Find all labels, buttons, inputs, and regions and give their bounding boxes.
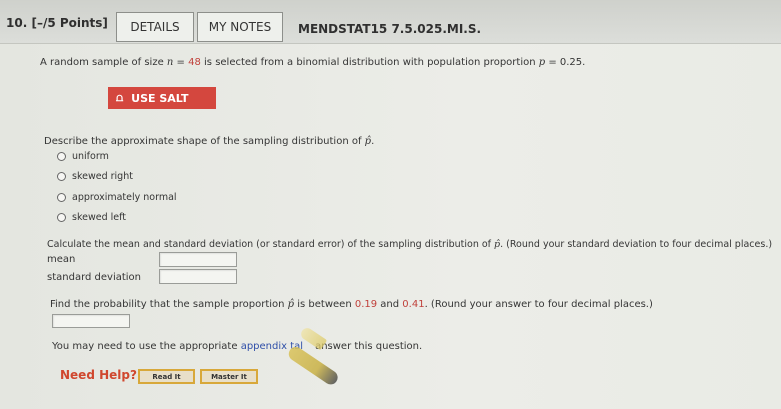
option-label: skewed left	[72, 212, 127, 223]
problem-statement: A random sample of size n = 48 is select…	[40, 57, 585, 68]
p-equals-value: = 0.25	[545, 57, 583, 68]
radio-skewed-right[interactable]	[57, 172, 66, 181]
shape-question-prompt: Describe the approximate shape of the sa…	[44, 136, 374, 147]
radio-uniform[interactable]	[57, 152, 66, 161]
intro-text-2: is selected from a binomial distribution…	[200, 57, 539, 68]
radio-approximately-normal[interactable]	[57, 193, 66, 202]
my-notes-button[interactable]: MY NOTES	[197, 12, 283, 42]
probability-prompt: Find the probability that the sample pro…	[50, 299, 653, 310]
points-text: [–/5 Points]	[31, 16, 108, 30]
option-label: uniform	[72, 151, 109, 162]
standard-deviation-input[interactable]	[159, 269, 237, 284]
appendix-note: You may need to use the appropriate appe…	[52, 341, 422, 352]
appendix-note-text-2: answer this question.	[315, 341, 423, 352]
appendix-note-text: You may need to use the appropriate	[52, 341, 241, 352]
use-salt-label: USE SALT	[131, 91, 189, 105]
intro-text: A random sample of size	[40, 57, 167, 68]
option-label: skewed right	[72, 171, 133, 182]
option-label: approximately normal	[72, 192, 177, 203]
question-header: 10. [–/5 Points] DETAILS MY NOTES MENDST…	[0, 0, 781, 44]
shape-prompt-text: Describe the approximate shape of the sa…	[44, 136, 365, 147]
question-number: 10. [–/5 Points]	[6, 16, 108, 30]
n-equals: =	[173, 57, 189, 68]
upper-bound-value: 0.41	[402, 299, 425, 310]
mean-sd-prompt: Calculate the mean and standard deviatio…	[47, 239, 772, 250]
probability-prompt-text: Find the probability that the sample pro…	[50, 299, 288, 310]
salt-icon: ⩍	[116, 91, 124, 104]
problem-code: MENDSTAT15 7.5.025.MI.S.	[298, 22, 482, 36]
probability-answer-input[interactable]	[52, 314, 130, 328]
mean-input[interactable]	[159, 252, 237, 267]
details-button[interactable]: DETAILS	[116, 12, 194, 42]
mean-sd-prompt-text-2: . (Round your standard deviation to four…	[500, 239, 773, 250]
option-approximately-normal[interactable]: approximately normal	[57, 192, 177, 203]
use-salt-button[interactable]: ⩍ USE SALT	[108, 87, 216, 109]
option-skewed-left[interactable]: skewed left	[57, 212, 126, 223]
radio-skewed-left[interactable]	[57, 213, 66, 222]
n-value: 48	[188, 57, 201, 68]
intro-end: .	[582, 57, 586, 68]
lower-bound-value: 0.19	[354, 299, 378, 310]
master-it-button[interactable]: Master It	[200, 369, 258, 384]
standard-deviation-label: standard deviation	[47, 272, 142, 283]
question-number-text: 10.	[6, 16, 28, 30]
mean-label: mean	[47, 254, 76, 265]
mean-sd-prompt-text: Calculate the mean and standard deviatio…	[47, 239, 495, 250]
option-skewed-right[interactable]: skewed right	[57, 171, 133, 182]
shape-prompt-end: .	[371, 136, 375, 147]
need-help-label: Need Help?	[60, 368, 137, 382]
and-text: and	[377, 299, 403, 310]
option-uniform[interactable]: uniform	[57, 151, 109, 162]
probability-prompt-text-3: . (Round your answer to four decimal pla…	[424, 299, 653, 310]
probability-prompt-text-2: is between	[294, 299, 355, 310]
read-it-button[interactable]: Read It	[138, 369, 195, 384]
